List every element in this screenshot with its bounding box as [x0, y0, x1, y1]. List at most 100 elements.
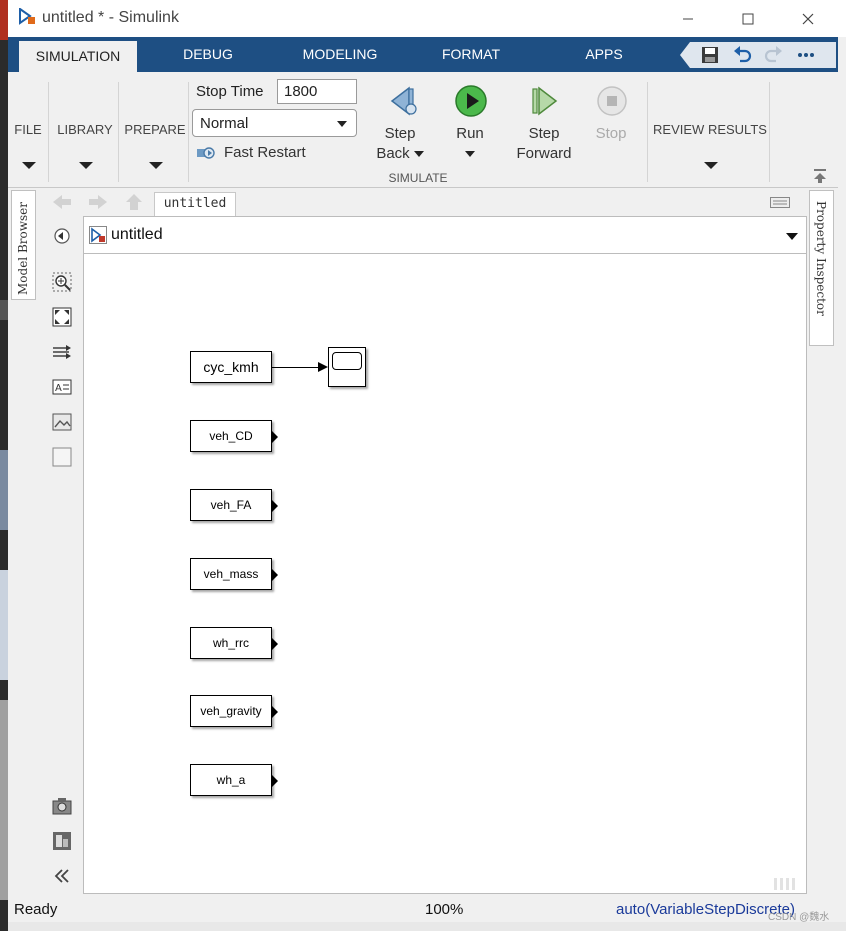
collapse-palette-icon[interactable] [52, 866, 72, 886]
keyboard-icon[interactable] [770, 197, 790, 208]
model-data-icon[interactable] [52, 831, 72, 851]
maximize-icon [742, 13, 754, 24]
save-icon[interactable] [700, 45, 720, 65]
collapse-ribbon-icon[interactable] [812, 168, 828, 184]
redo-icon[interactable] [764, 45, 784, 65]
hide-explorer-icon[interactable] [52, 226, 72, 246]
chevron-down-icon [337, 121, 347, 127]
output-port[interactable] [272, 569, 278, 581]
fit-to-view-icon[interactable] [52, 307, 72, 327]
file-label: FILE [14, 122, 42, 137]
chevron-down-icon [149, 162, 163, 169]
run-button[interactable]: Run [438, 80, 502, 170]
constant-block-veh-mass[interactable]: veh_mass [190, 558, 278, 590]
tab-modeling[interactable]: MODELING [293, 37, 387, 72]
step-forward-button[interactable]: Step Forward [512, 80, 576, 170]
step-back-button[interactable]: Step Back [368, 80, 432, 170]
simulation-mode-select[interactable]: Normal [192, 109, 357, 137]
output-port[interactable] [272, 431, 278, 443]
signal-line[interactable] [272, 367, 320, 368]
model-browser-panel: Model Browser [8, 188, 42, 898]
model-canvas[interactable]: cyc_kmh veh_CD veh_FA veh_mass wh_rrc ve… [83, 254, 807, 894]
model-name: untitled [111, 226, 163, 243]
model-browser-tab[interactable]: Model Browser [11, 190, 36, 300]
fast-restart-icon [197, 147, 215, 159]
area-icon[interactable] [52, 447, 72, 467]
step-back-icon [390, 86, 417, 116]
block-label: veh_gravity [200, 704, 262, 718]
run-label: Run [456, 125, 484, 142]
tab-apps[interactable]: APPS [576, 37, 632, 72]
run-options[interactable] [438, 145, 502, 162]
stop-button[interactable]: Stop [579, 80, 643, 170]
divider [769, 82, 770, 182]
close-button[interactable] [778, 0, 838, 37]
step-forward-label-line1: Step [528, 125, 560, 142]
prepare-label: PREPARE [124, 122, 186, 137]
review-results-label: REVIEW RESULTS [653, 122, 767, 137]
minimize-icon [683, 18, 693, 19]
constant-block-veh-cd[interactable]: veh_CD [190, 420, 278, 452]
signal-routing-icon[interactable] [52, 342, 72, 362]
signal-arrowhead [318, 362, 328, 372]
block-label: cyc_kmh [203, 359, 259, 375]
tab-untitled[interactable]: untitled [154, 192, 236, 216]
image-icon[interactable] [52, 412, 72, 432]
tab-simulation[interactable]: SIMULATION [19, 41, 137, 72]
chevron-down-icon [704, 162, 718, 169]
constant-block-veh-fa[interactable]: veh_FA [190, 489, 278, 521]
chevron-down-icon[interactable] [786, 233, 798, 240]
tab-format[interactable]: FORMAT [433, 37, 509, 72]
step-forward-icon [532, 86, 558, 116]
up-arrow-icon[interactable] [124, 193, 144, 211]
property-inspector-panel: Property Inspector [807, 188, 838, 898]
block-label: wh_a [216, 773, 246, 787]
constant-block-wh-rrc[interactable]: wh_rrc [190, 627, 278, 659]
zoom-level[interactable]: 100% [425, 901, 463, 918]
file-section[interactable]: FILE [8, 72, 48, 188]
property-inspector-tab[interactable]: Property Inspector [809, 190, 834, 346]
constant-block-veh-gravity[interactable]: veh_gravity [190, 695, 278, 727]
annotation-icon[interactable]: A [52, 377, 72, 397]
forward-arrow-icon[interactable] [88, 193, 108, 211]
divider [118, 82, 119, 182]
more-icon[interactable] [796, 45, 816, 65]
model-address-bar[interactable]: untitled [83, 216, 807, 254]
ribbon-tab-strip: SIMULATION DEBUG MODELING FORMAT APPS [8, 37, 838, 72]
title-bar: untitled * - Simulink [8, 0, 846, 37]
minimize-button[interactable] [658, 0, 718, 37]
back-arrow-icon[interactable] [52, 193, 72, 211]
navigation-bar: untitled [42, 188, 807, 216]
zoom-in-icon[interactable] [52, 272, 72, 292]
chevron-down-icon [79, 162, 93, 169]
quick-access-toolbar [680, 42, 836, 68]
window-bottom-edge [8, 922, 846, 931]
snapshot-camera-icon[interactable] [52, 796, 72, 816]
divider [48, 82, 49, 182]
tab-debug[interactable]: DEBUG [168, 37, 248, 72]
from-workspace-block-cyc-kmh[interactable]: cyc_kmh [190, 351, 272, 383]
status-bar: Ready 100% auto(VariableStepDiscrete) [8, 898, 846, 922]
stop-label: Stop [595, 125, 627, 142]
output-port[interactable] [272, 775, 278, 787]
review-results-section[interactable]: REVIEW RESULTS [651, 72, 769, 188]
block-label: veh_FA [210, 498, 252, 512]
scope-icon [332, 352, 362, 370]
output-port[interactable] [272, 706, 278, 718]
step-back-label-line2: Back [368, 145, 432, 162]
stop-time-input[interactable]: 1800 [277, 79, 357, 104]
divider [647, 82, 648, 182]
prepare-section[interactable]: PREPARE [122, 72, 188, 188]
background-window [0, 0, 8, 931]
status-text: Ready [14, 901, 58, 918]
svg-text:A: A [55, 383, 62, 394]
run-icon [455, 85, 487, 117]
output-port[interactable] [272, 638, 278, 650]
undo-icon[interactable] [732, 45, 752, 65]
model-icon [89, 226, 107, 244]
output-port[interactable] [272, 500, 278, 512]
constant-block-wh-a[interactable]: wh_a [190, 764, 278, 796]
library-section[interactable]: LIBRARY [52, 72, 118, 188]
scope-block[interactable] [328, 347, 366, 387]
maximize-button[interactable] [718, 0, 778, 37]
